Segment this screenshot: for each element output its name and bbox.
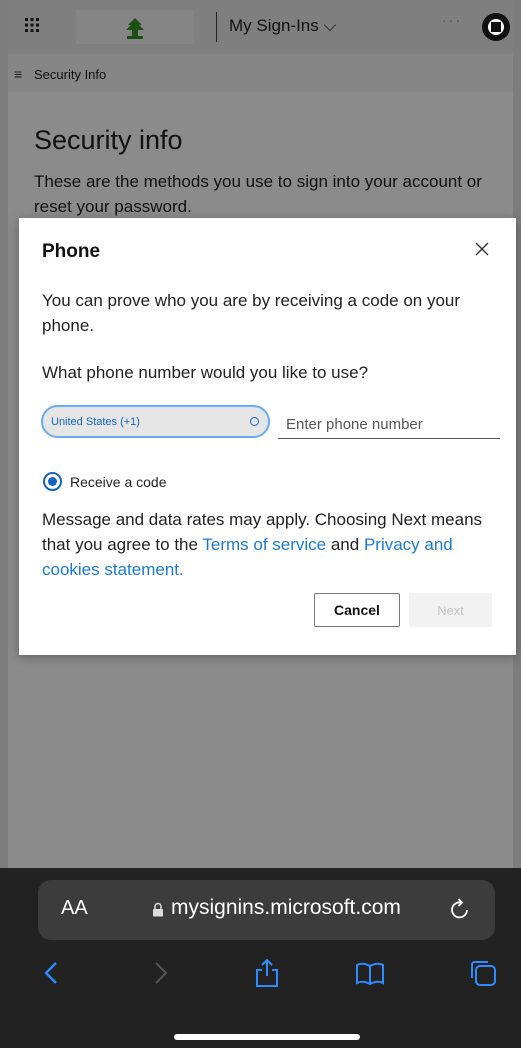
dialog-title: Phone	[42, 241, 101, 262]
org-logo	[76, 10, 194, 44]
terms-note: Message and data rates may apply. Choosi…	[42, 507, 502, 582]
reload-icon[interactable]	[448, 896, 472, 922]
receive-code-label: Receive a code	[70, 474, 167, 490]
reader-aa-button[interactable]: AA	[61, 897, 88, 920]
dialog-description: You can prove who you are by receiving a…	[42, 291, 461, 335]
select-arrow-icon	[250, 417, 259, 426]
phone-question: What phone number would you like to use?	[42, 363, 369, 382]
page-description: These are the methods you use to sign in…	[34, 172, 482, 216]
browser-chrome: AA mysignins.microsoft.com	[0, 868, 521, 1048]
country-code-value: United States (+1)	[51, 416, 140, 428]
home-indicator	[174, 1034, 360, 1040]
back-icon[interactable]	[37, 958, 67, 988]
receive-code-radio[interactable]	[43, 472, 62, 491]
cancel-button[interactable]: Cancel	[314, 593, 400, 627]
forward-icon[interactable]	[145, 958, 175, 988]
hamburger-icon[interactable]: ≡	[14, 66, 22, 82]
share-icon[interactable]	[252, 958, 282, 988]
country-code-select[interactable]: United States (+1)	[41, 405, 270, 438]
address-bar[interactable]: AA mysignins.microsoft.com	[38, 880, 495, 940]
terms-of-service-link[interactable]: Terms of service	[202, 535, 326, 554]
top-bar: My Sign-Ins ⌵ ···	[8, 0, 513, 54]
tree-logo-icon	[126, 18, 144, 39]
close-icon[interactable]	[474, 241, 490, 257]
breadcrumb: ≡ Security Info	[8, 54, 513, 92]
grid-icon[interactable]	[24, 17, 40, 33]
app-switcher-title[interactable]: My Sign-Ins ⌵	[229, 16, 336, 36]
breadcrumb-label: Security Info	[34, 67, 107, 82]
lock-icon	[153, 902, 163, 917]
phone-number-input[interactable]	[278, 409, 500, 439]
avatar-icon[interactable]	[482, 13, 510, 41]
url-text: mysignins.microsoft.com	[171, 896, 401, 919]
terms-note-and: and	[326, 535, 364, 554]
title-divider	[216, 12, 217, 42]
tabs-icon[interactable]	[468, 958, 498, 988]
phone-dialog: Phone You can prove who you are by recei…	[19, 218, 516, 655]
next-button[interactable]: Next	[409, 593, 492, 627]
more-menu-icon[interactable]: ···	[442, 12, 462, 28]
bookmarks-icon[interactable]	[355, 958, 385, 988]
page-title: Security info	[34, 125, 183, 155]
